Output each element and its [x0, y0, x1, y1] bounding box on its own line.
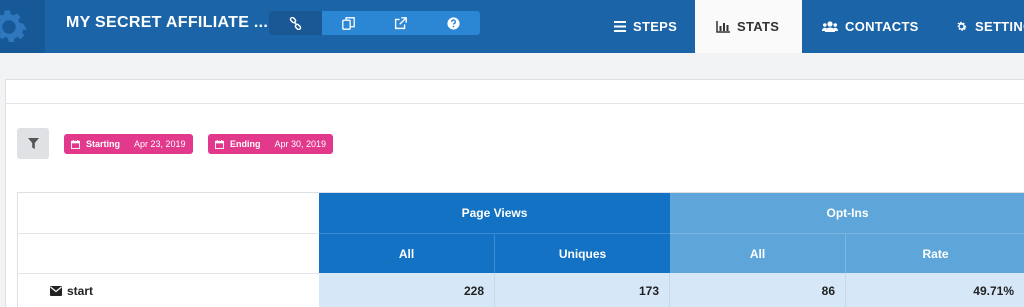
starting-date-pill[interactable]: Starting Apr 23, 2019	[64, 134, 193, 154]
ending-value: Apr 30, 2019	[274, 139, 327, 149]
envelope-icon	[50, 285, 62, 296]
page-views-uniques-header: Uniques	[495, 233, 670, 273]
stats-table: Page Views Opt-Ins All Uniques All Rate …	[17, 192, 1024, 307]
tab-steps[interactable]: STEPS	[614, 0, 677, 53]
tab-settings[interactable]: SETTING	[955, 0, 1024, 53]
users-icon	[822, 21, 838, 32]
opt-ins-all-header: All	[670, 233, 846, 273]
page-views-uniques-value: 173	[495, 273, 670, 307]
copy-button[interactable]	[322, 11, 375, 35]
tab-contacts[interactable]: CONTACTS	[822, 0, 919, 53]
page-views-header: Page Views	[319, 193, 670, 233]
external-link-button[interactable]	[375, 11, 428, 35]
divider	[5, 103, 1024, 104]
link-button[interactable]	[269, 11, 322, 35]
external-link-icon	[395, 16, 408, 29]
funnel-title[interactable]: MY SECRET AFFILIATE ...	[66, 14, 268, 32]
gear-logo-icon[interactable]	[0, 0, 45, 53]
calendar-icon	[215, 139, 224, 149]
row-divider	[18, 233, 319, 234]
tab-settings-label: SETTING	[975, 19, 1024, 34]
step-name: start	[67, 283, 94, 298]
tab-stats-label: STATS	[737, 19, 780, 34]
starting-label: Starting	[86, 139, 121, 149]
tab-steps-label: STEPS	[633, 19, 678, 34]
opt-ins-header: Opt-Ins	[670, 193, 1024, 233]
ending-date-pill[interactable]: Ending Apr 30, 2019	[208, 134, 334, 154]
tab-stats[interactable]: STATS	[695, 0, 802, 53]
opt-ins-rate-header: Rate	[846, 233, 1024, 273]
funnel-toolbar	[269, 11, 480, 35]
page-views-all-header: All	[319, 233, 495, 273]
page-views-all-value: 228	[319, 273, 495, 307]
list-icon	[614, 21, 626, 32]
opt-ins-all-value: 86	[670, 273, 846, 307]
tab-contacts-label: CONTACTS	[845, 19, 919, 34]
filter-icon	[27, 138, 39, 149]
starting-value: Apr 23, 2019	[134, 139, 186, 149]
filter-button[interactable]	[17, 128, 49, 159]
help-button[interactable]	[427, 11, 480, 35]
step-row-label[interactable]: start	[50, 273, 93, 307]
ending-label: Ending	[230, 139, 261, 149]
top-bar: MY SECRET AFFILIATE ... STEPS STATS CONT…	[0, 0, 1024, 53]
bar-chart-icon	[716, 20, 730, 33]
gear-icon	[957, 21, 967, 31]
help-icon	[447, 16, 460, 30]
calendar-icon	[71, 139, 80, 149]
copy-icon	[341, 16, 355, 30]
opt-ins-rate-value: 49.71%	[846, 273, 1024, 307]
link-icon	[289, 16, 302, 30]
